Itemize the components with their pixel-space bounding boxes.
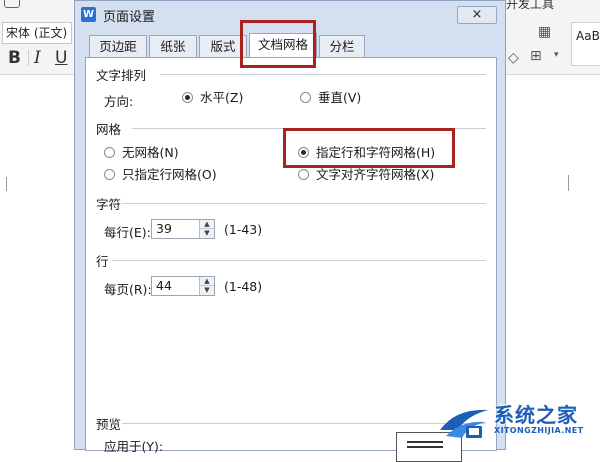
italic-button[interactable]: I bbox=[34, 48, 41, 68]
style-preview-text: AaB bbox=[576, 29, 600, 43]
document-grid-panel bbox=[85, 57, 497, 451]
watermark-title: 系统之家 bbox=[494, 403, 578, 427]
radio-unchecked-icon bbox=[298, 169, 309, 180]
grid-section-label: 网格 bbox=[96, 122, 122, 137]
chars-section-label: 字符 bbox=[96, 197, 122, 212]
chars-per-line-label: 每行(E): bbox=[104, 225, 151, 240]
no-grid-radio[interactable]: 无网格(N) bbox=[104, 145, 224, 161]
tab-columns[interactable]: 分栏 bbox=[319, 35, 365, 57]
font-name-box[interactable]: 宋体 (正文) bbox=[2, 22, 72, 44]
lines-per-page-stepper[interactable]: 44 ▲ ▼ bbox=[151, 276, 215, 296]
radio-checked-icon bbox=[182, 92, 193, 103]
radio-label: 无网格(N) bbox=[122, 145, 179, 160]
chars-per-line-stepper[interactable]: 39 ▲ ▼ bbox=[151, 219, 215, 239]
direction-horizontal-radio[interactable]: 水平(Z) bbox=[182, 90, 262, 106]
crop-mark-right bbox=[552, 175, 569, 191]
grid-option-highlight bbox=[283, 128, 455, 168]
radio-label: 水平(Z) bbox=[200, 90, 244, 105]
table-grid-icon[interactable]: ▦ bbox=[538, 24, 551, 40]
tab-margins[interactable]: 页边距 bbox=[89, 35, 147, 57]
close-button[interactable]: × bbox=[457, 6, 497, 24]
preview-section-label: 预览 bbox=[96, 417, 122, 432]
section-divider bbox=[112, 260, 486, 261]
radio-label: 只指定行网格(O) bbox=[122, 167, 217, 182]
chars-range: (1-43) bbox=[224, 222, 263, 237]
bold-button[interactable]: B bbox=[8, 48, 21, 68]
underline-button[interactable]: U bbox=[55, 48, 67, 68]
section-divider bbox=[160, 74, 486, 75]
spin-buttons: ▲ ▼ bbox=[199, 277, 214, 295]
crop-mark-left bbox=[6, 177, 17, 191]
paragraph-shading-icon[interactable]: ◇ bbox=[508, 50, 519, 66]
developer-tools-tab[interactable]: 开发工具 bbox=[506, 0, 554, 12]
watermark-url: XITONGZHIJIA.NET bbox=[494, 426, 584, 435]
tab-highlight bbox=[240, 20, 316, 68]
watermark-logo-icon bbox=[440, 409, 488, 438]
spin-up-icon[interactable]: ▲ bbox=[200, 220, 214, 229]
wps-logo-icon: W bbox=[81, 7, 96, 22]
preview-line bbox=[407, 446, 443, 448]
radio-label: 垂直(V) bbox=[318, 90, 362, 105]
lines-per-page-label: 每页(R): bbox=[104, 282, 152, 297]
snap-to-char-grid-radio[interactable]: 文字对齐字符网格(X) bbox=[298, 167, 448, 183]
radio-unchecked-icon bbox=[300, 92, 311, 103]
app-menu-icon[interactable] bbox=[4, 0, 20, 8]
spin-buttons: ▲ ▼ bbox=[199, 220, 214, 238]
dialog-title: 页面设置 bbox=[103, 10, 156, 25]
text-direction-section-label: 文字排列 bbox=[96, 68, 147, 83]
lines-range: (1-48) bbox=[224, 279, 263, 294]
style-gallery[interactable]: AaB bbox=[571, 22, 600, 66]
radio-unchecked-icon bbox=[104, 147, 115, 158]
spin-down-icon[interactable]: ▼ bbox=[200, 286, 214, 295]
radio-unchecked-icon bbox=[104, 169, 115, 180]
spin-down-icon[interactable]: ▼ bbox=[200, 229, 214, 238]
section-divider bbox=[122, 203, 486, 204]
section-divider bbox=[122, 423, 486, 424]
dropdown-arrow-icon[interactable]: ▾ bbox=[554, 50, 559, 60]
direction-vertical-radio[interactable]: 垂直(V) bbox=[300, 90, 380, 106]
border-icon[interactable]: ⊞ bbox=[530, 48, 542, 64]
lines-per-page-value: 44 bbox=[156, 278, 172, 293]
tab-paper[interactable]: 纸张 bbox=[149, 35, 197, 57]
direction-label: 方向: bbox=[104, 94, 134, 109]
line-grid-only-radio[interactable]: 只指定行网格(O) bbox=[104, 167, 244, 183]
radio-label: 文字对齐字符网格(X) bbox=[316, 167, 435, 182]
chars-per-line-value: 39 bbox=[156, 221, 172, 236]
toolbar-divider bbox=[28, 50, 29, 66]
spin-up-icon[interactable]: ▲ bbox=[200, 277, 214, 286]
lines-section-label: 行 bbox=[96, 254, 109, 269]
apply-to-label: 应用于(Y): bbox=[104, 439, 164, 454]
